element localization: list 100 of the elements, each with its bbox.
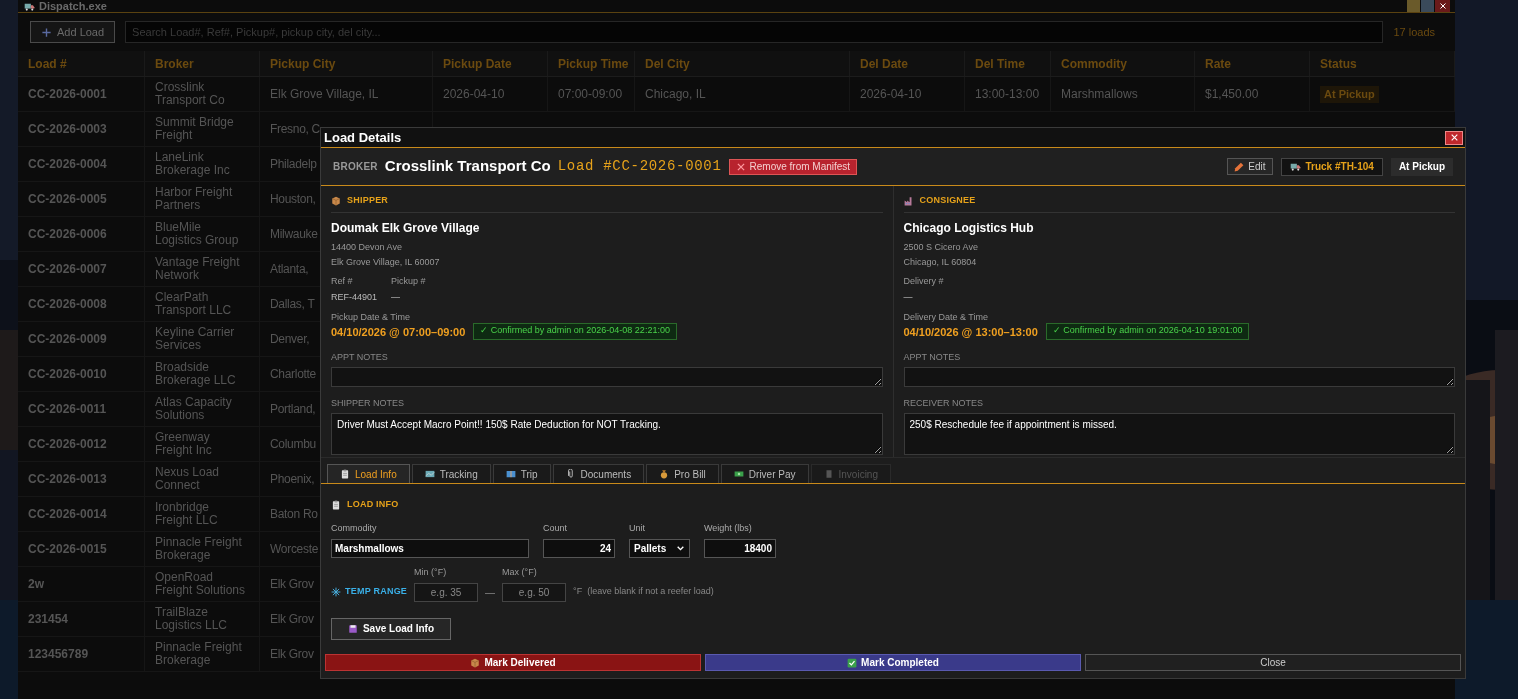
edit-button[interactable]: Edit <box>1227 158 1273 175</box>
table-cell-text: Harbor Freight Partners <box>155 186 234 212</box>
factory-icon <box>903 195 914 206</box>
table-cell: CC-2026-0007 <box>28 262 107 276</box>
notes-field[interactable] <box>903 367 1455 387</box>
input-field[interactable]: e.g. 35 <box>414 582 479 602</box>
table-cell-text: Pinnacle Freight Brokerage <box>155 641 243 667</box>
table-cell: Philadelp <box>270 157 317 171</box>
snowflake-icon <box>331 587 341 597</box>
section-heading: SHIPPER <box>347 194 389 207</box>
table-cell: 07:00-09:00 <box>558 87 623 101</box>
confirmation-badge: ✓ Confirmed by admin on 2026-04-08 22:21:00 <box>473 322 677 340</box>
truck-button[interactable]: Truck #TH-104 <box>1280 157 1383 176</box>
table-cell: Elk Grov <box>270 612 314 626</box>
close-button[interactable] <box>1445 130 1463 145</box>
window-title: Dispatch.exe <box>39 0 107 12</box>
tab[interactable]: Tracking <box>411 464 491 483</box>
load-number: Load #CC-2026-0001 <box>557 157 722 176</box>
minimize-button[interactable] <box>1407 0 1420 12</box>
table-cell: Dallas, T <box>270 297 315 311</box>
table-cell: CC-2026-0008 <box>28 297 107 311</box>
input-field[interactable]: e.g. 50 <box>502 582 567 602</box>
plus-icon <box>41 26 52 38</box>
table-cell: Baton Ro <box>270 507 318 521</box>
section-heading: LOAD INFO <box>347 498 399 511</box>
table-cell: CC-2026-0009 <box>28 332 107 346</box>
tab[interactable]: Pro Bill <box>646 464 719 483</box>
close-button[interactable]: Close <box>1085 654 1461 671</box>
tab: Invoicing <box>810 464 891 483</box>
dialog-title: Load Details <box>324 128 402 147</box>
table-cell: Charlotte <box>270 367 316 381</box>
field-label: Count <box>543 521 569 535</box>
unit-dropdown[interactable]: Pallets <box>629 539 690 558</box>
paperclip-icon <box>565 469 576 479</box>
company-name: Chicago Logistics Hub <box>903 219 1035 237</box>
input-field[interactable]: 24 <box>543 539 615 558</box>
book-icon <box>505 469 516 479</box>
close-button[interactable] <box>1435 0 1450 12</box>
table-cell: 123456789 <box>28 647 89 661</box>
table-cell: Worceste <box>270 542 319 556</box>
close-icon <box>1449 133 1459 142</box>
tab[interactable]: Documents <box>552 464 645 483</box>
input-field[interactable]: 18400 <box>704 539 776 558</box>
status-badge: At Pickup <box>1320 85 1379 103</box>
table-cell: 2w <box>28 577 44 591</box>
table-cell-text: Ironbridge Freight LLC <box>155 501 219 527</box>
field-label: Unit <box>629 521 646 535</box>
table-cell: Elk Grove Village, IL <box>270 87 379 101</box>
field-label: Pickup Date & Time <box>331 310 412 324</box>
table-cell: CC-2026-0010 <box>28 367 107 381</box>
banknote-icon <box>733 469 744 479</box>
date-time-value: 04/10/2026 @ 13:00–13:00 <box>903 325 1038 340</box>
clipboard-icon <box>340 469 350 479</box>
table-cell-text: Greenway Freight Inc <box>155 431 213 457</box>
table-cell: 231454 <box>28 612 69 626</box>
address-line: 14400 Devon Ave <box>331 240 403 254</box>
notes-field[interactable]: 250$ Reschedule fee if appointment is missed. <box>903 412 1455 455</box>
notes-field[interactable] <box>331 367 883 387</box>
status-badge: At Pickup <box>1390 157 1453 176</box>
table-cell-text: ClearPath Transport LLC <box>155 291 233 317</box>
field-label: Delivery Date & Time <box>903 310 990 324</box>
field-label: RECEIVER NOTES <box>903 397 984 410</box>
table-cell-text: Vantage Freight Network <box>155 256 241 282</box>
save-button[interactable]: Save Load Info <box>331 617 451 640</box>
mark-button[interactable]: Mark Completed <box>705 654 1081 671</box>
field-label: APPT NOTES <box>903 350 962 364</box>
field-label: APPT NOTES <box>331 350 389 364</box>
table-cell-text: LaneLink Brokerage Inc <box>155 151 231 177</box>
field-label: Weight (lbs) <box>704 521 753 535</box>
box-icon <box>331 195 341 206</box>
field-value: — <box>903 291 914 304</box>
mark-button[interactable]: Mark Delivered <box>325 654 701 671</box>
input-field[interactable]: Marshmallows <box>331 539 529 558</box>
table-cell-text: Summit Bridge Freight <box>155 116 235 142</box>
remove-from-manifest-button[interactable]: Remove from Manifest <box>728 158 858 175</box>
table-cell: CC-2026-0012 <box>28 437 107 451</box>
tab[interactable]: Driver Pay <box>720 464 809 483</box>
notes-field[interactable]: Driver Must Accept Macro Point!! 150$ Rate Deduction for NOT Tracking. <box>331 412 883 455</box>
tab[interactable]: Load Info <box>327 464 410 483</box>
table-cell: CC-2026-0015 <box>28 542 107 556</box>
checkbox-icon <box>847 657 858 668</box>
hint-text: °F (leave blank if not a reefer load) <box>573 585 714 599</box>
table-cell: CC-2026-0003 <box>28 122 107 136</box>
table-cell: 2026-04-10 <box>860 87 922 101</box>
table-cell-text: OpenRoad Freight Solutions <box>155 571 247 597</box>
table-cell: CC-2026-0011 <box>28 402 107 416</box>
table-cell-text: Keyline Carrier Services <box>155 326 236 352</box>
table-cell: CC-2026-0001 <box>28 87 107 101</box>
table-cell: Portland, <box>270 402 316 416</box>
field-label: Max (°F) <box>502 566 538 579</box>
table-cell-text: Pinnacle Freight Brokerage <box>155 536 243 562</box>
address-line: Elk Grove Village, IL 60007 <box>331 255 441 269</box>
table-cell-text: TrailBlaze Logistics LLC <box>155 606 229 632</box>
table-cell: 13:00-13:00 <box>975 87 1040 101</box>
date-time-value: 04/10/2026 @ 07:00–09:00 <box>331 325 466 340</box>
close-icon <box>1438 2 1447 10</box>
table-cell: Denver, <box>270 332 310 346</box>
truck-icon <box>1289 161 1301 172</box>
tab[interactable]: Trip <box>492 464 551 483</box>
field-label: Delivery # <box>903 274 944 288</box>
